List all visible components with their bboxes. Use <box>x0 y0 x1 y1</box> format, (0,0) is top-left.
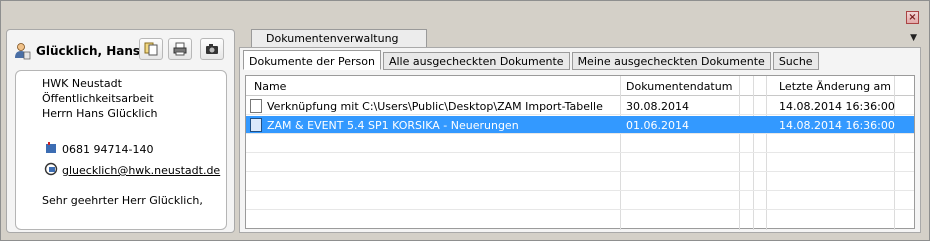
column-document-date[interactable]: Dokumentendatum <box>626 80 732 93</box>
department: Öffentlichkeitsarbeit <box>42 92 154 105</box>
salutation-name: Herrn Hans Glücklich <box>42 107 158 120</box>
person-icon <box>15 43 31 60</box>
subtab-my-checked-out[interactable]: Meine ausgecheckten Dokumente <box>571 52 771 70</box>
close-icon[interactable]: × <box>906 11 919 24</box>
main-window: × ▼ Glücklich, Hans HWK Neustadt Öffentl… <box>0 0 930 241</box>
column-name[interactable]: Name <box>254 80 286 93</box>
email-icon <box>44 162 58 176</box>
contact-name: Glücklich, Hans <box>36 44 141 58</box>
table-row-empty <box>246 154 914 172</box>
camera-button[interactable] <box>200 38 224 60</box>
table-row-empty <box>246 135 914 153</box>
column-last-modified[interactable]: Letzte Änderung am <box>779 80 891 93</box>
phone-number: 0681 94714-140 <box>62 143 154 156</box>
subtabs: Dokumente der Person Alle ausgecheckten … <box>243 50 821 70</box>
subtab-person-documents[interactable]: Dokumente der Person <box>243 50 381 70</box>
camera-icon <box>206 44 218 54</box>
documents-table: Name Dokumentendatum Letzte Änderung am … <box>245 75 915 230</box>
chevron-down-icon[interactable]: ▼ <box>910 33 917 43</box>
documents-panel: Dokumente der Person Alle ausgecheckten … <box>239 47 921 233</box>
contact-card: HWK Neustadt Öffentlichkeitsarbeit Herrn… <box>15 70 227 230</box>
table-row[interactable]: Verknüpfung mit C:\Users\Public\Desktop\… <box>246 97 914 115</box>
greeting: Sehr geehrter Herr Glücklich, <box>42 194 203 207</box>
subtab-search[interactable]: Suche <box>772 52 819 70</box>
table-row-selected[interactable]: ZAM & EVENT 5.4 SP1 KORSIKA - Neuerungen… <box>246 116 914 134</box>
cell-last-modified: 14.08.2014 16:36:00 <box>779 119 895 132</box>
phone-icon <box>46 142 56 153</box>
table-row-empty <box>246 173 914 191</box>
contact-header: Glücklich, Hans <box>13 40 140 62</box>
table-header: Name Dokumentendatum Letzte Änderung am <box>246 76 914 96</box>
print-icon <box>173 42 187 56</box>
tab-dokumentenverwaltung[interactable]: Dokumentenverwaltung <box>251 29 427 49</box>
copy-icon <box>144 42 158 56</box>
cell-last-modified: 14.08.2014 16:36:00 <box>779 100 895 113</box>
cell-document-name: Verknüpfung mit C:\Users\Public\Desktop\… <box>267 100 603 113</box>
document-icon <box>250 118 262 132</box>
cell-document-date: 30.08.2014 <box>626 100 689 113</box>
shortcut-document-icon <box>250 99 262 113</box>
cell-document-name: ZAM & EVENT 5.4 SP1 KORSIKA - Neuerungen <box>267 119 519 132</box>
contact-panel: Glücklich, Hans HWK Neustadt Öffentlichk… <box>6 29 235 233</box>
table-row-empty <box>246 192 914 210</box>
print-button[interactable] <box>168 38 192 60</box>
email-link[interactable]: gluecklich@hwk.neustadt.de <box>62 164 220 177</box>
cell-document-date: 01.06.2014 <box>626 119 689 132</box>
copy-button[interactable] <box>139 38 163 60</box>
subtab-all-checked-out[interactable]: Alle ausgecheckten Dokumente <box>382 52 570 70</box>
organization: HWK Neustadt <box>42 77 122 90</box>
